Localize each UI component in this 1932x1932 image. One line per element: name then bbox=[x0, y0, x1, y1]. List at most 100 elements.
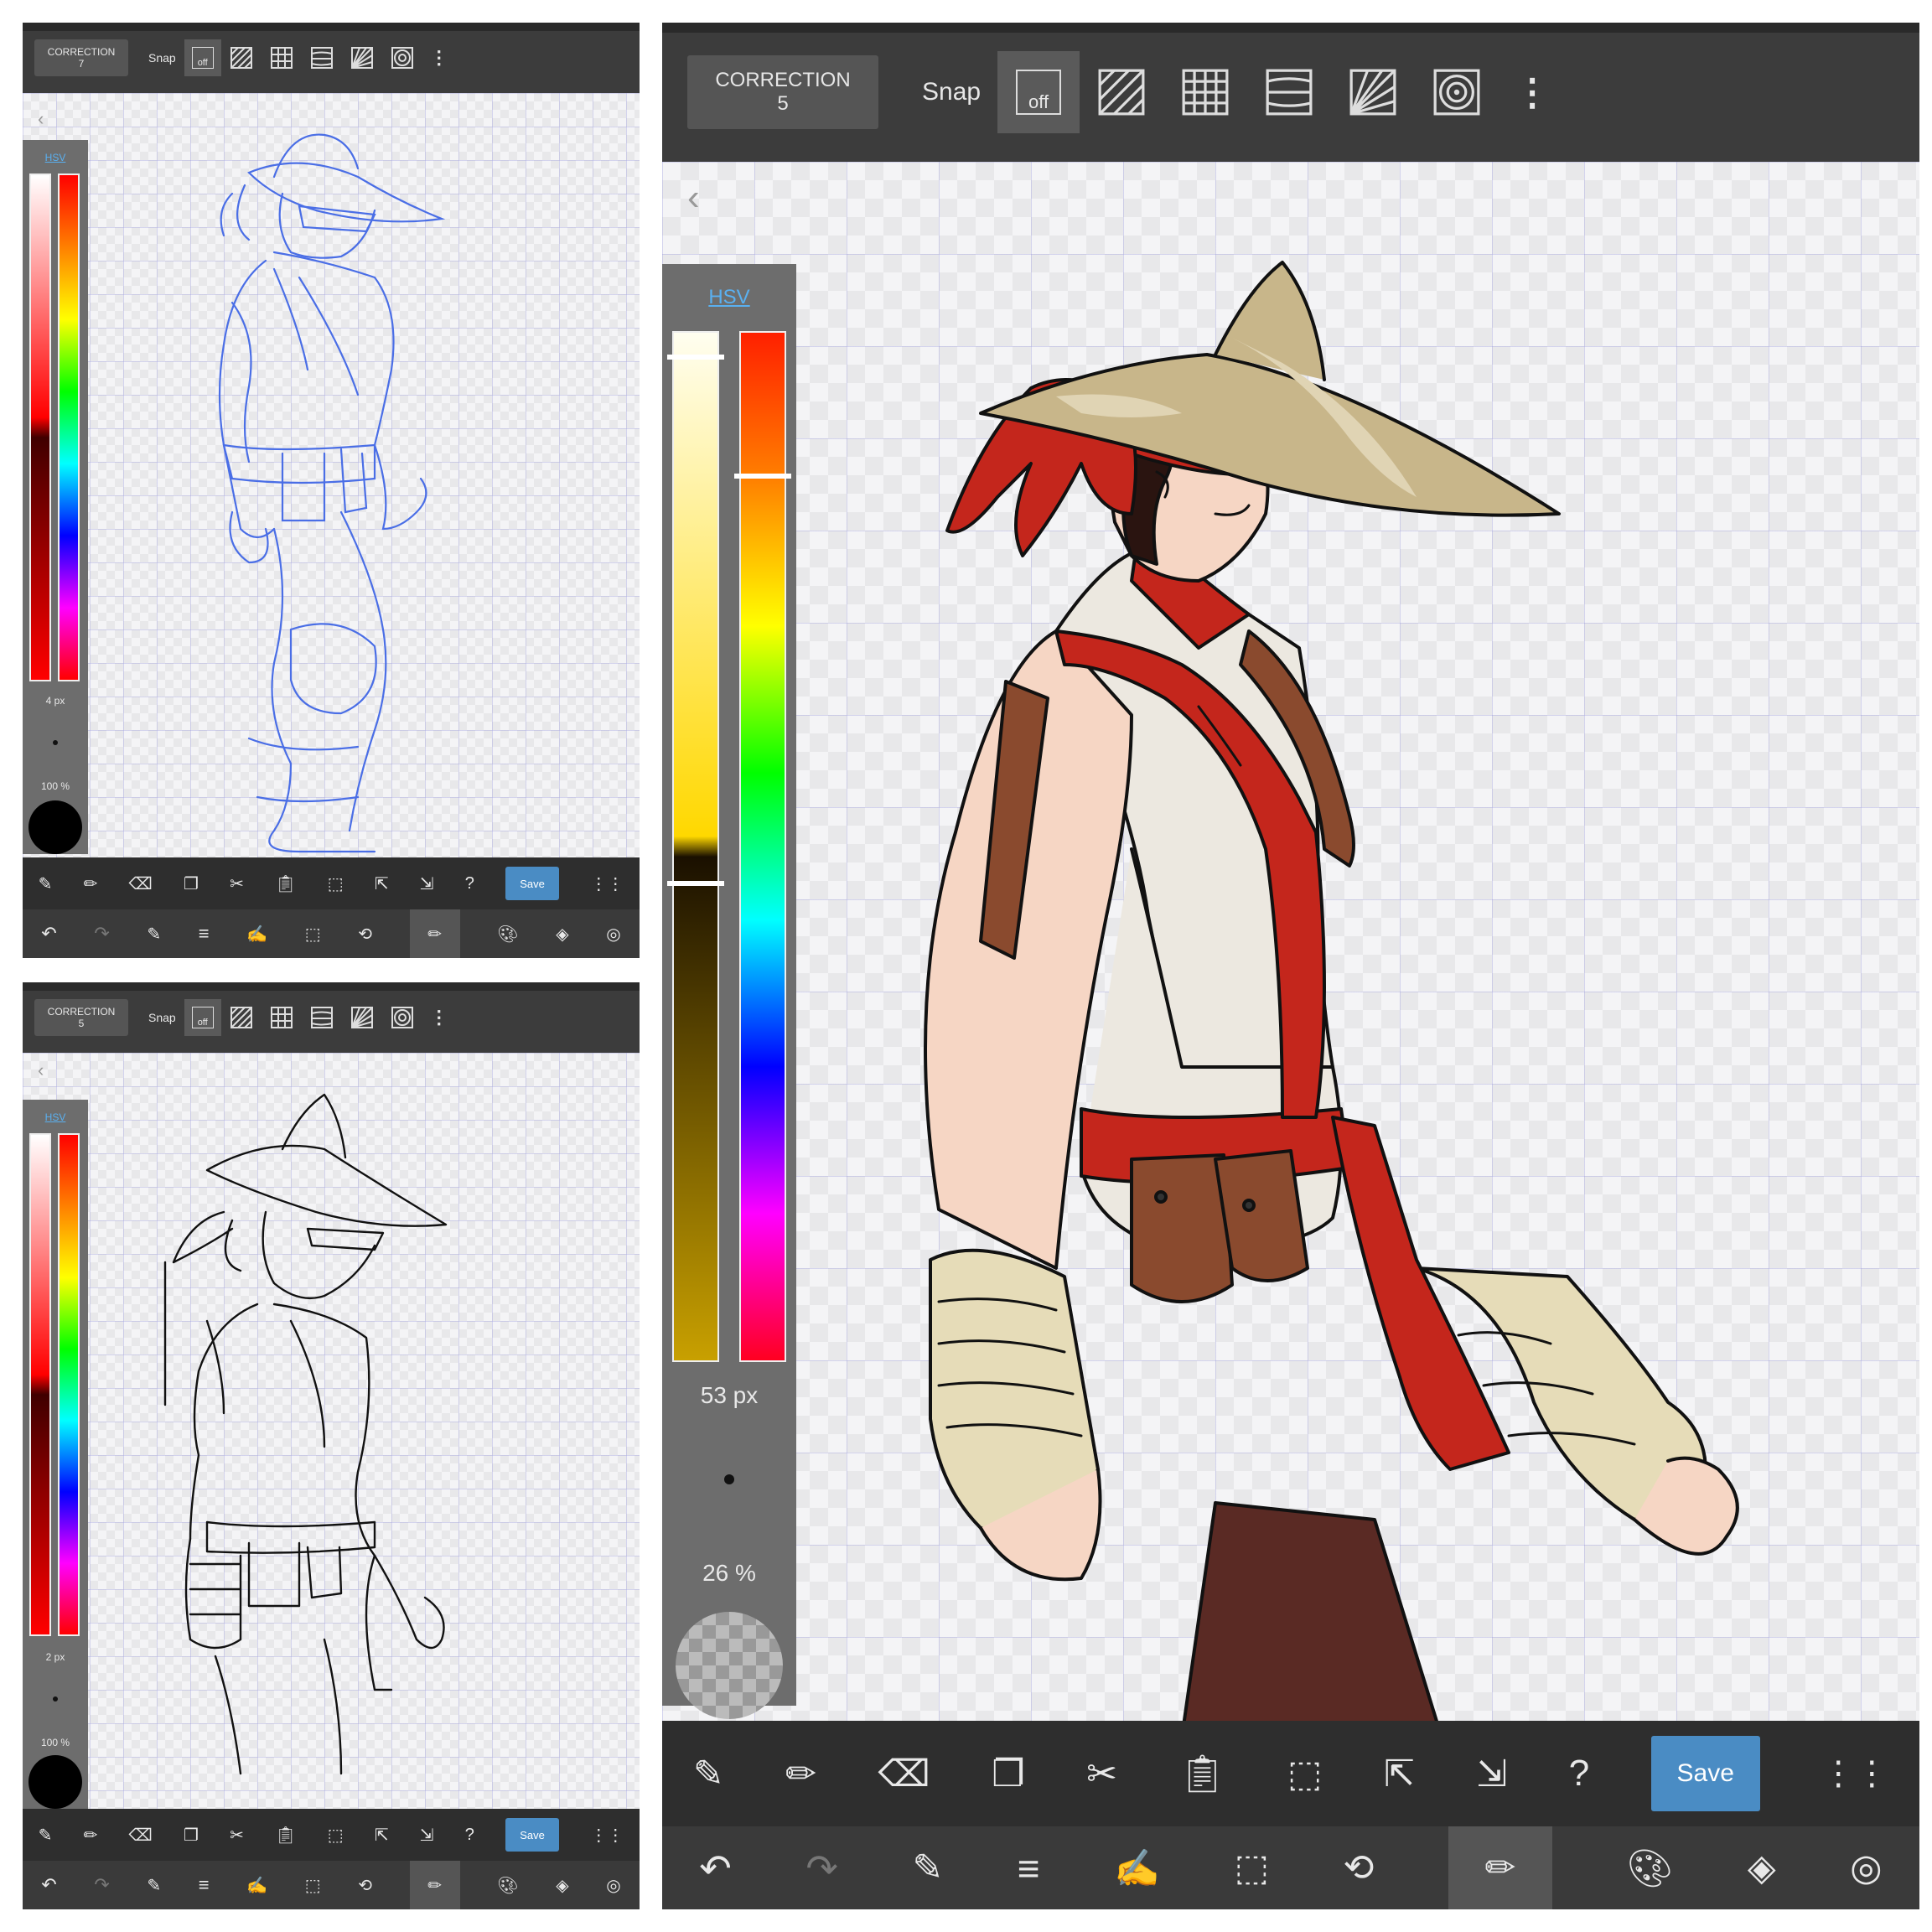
layers-icon[interactable]: ◈ bbox=[556, 924, 568, 945]
paste-icon[interactable]: 📋︎ bbox=[275, 1825, 296, 1846]
deselect-icon[interactable]: ⬚ bbox=[328, 1825, 344, 1846]
undo-icon[interactable]: ↶ bbox=[41, 923, 56, 945]
snap-circle-icon[interactable] bbox=[1415, 51, 1499, 133]
redo-icon[interactable]: ↷ bbox=[805, 1846, 838, 1891]
snap-off-button[interactable]: off bbox=[184, 39, 221, 76]
selection-icon[interactable]: ⬚ bbox=[305, 924, 321, 945]
cut-icon[interactable]: ✂ bbox=[230, 1825, 244, 1846]
edit-icon[interactable]: ✍ bbox=[1114, 1847, 1160, 1890]
grid-menu-icon[interactable]: ⋮⋮ bbox=[590, 1825, 624, 1846]
redo-icon[interactable]: ↷ bbox=[94, 923, 109, 945]
correction-button[interactable]: CORRECTION 5 bbox=[687, 55, 878, 129]
snap-radial-icon[interactable] bbox=[1331, 51, 1415, 133]
cut-icon[interactable]: ✂ bbox=[1086, 1753, 1117, 1795]
settings-icon[interactable]: ◎ bbox=[1850, 1847, 1882, 1889]
snap-perspective-icon[interactable] bbox=[302, 999, 342, 1036]
snap-parallel-icon[interactable] bbox=[221, 999, 262, 1036]
correction-button[interactable]: CORRECTION 7 bbox=[34, 39, 128, 76]
value-slider-handle-2[interactable] bbox=[667, 881, 724, 886]
transform-icon[interactable]: ⟲ bbox=[358, 1875, 372, 1896]
correction-button[interactable]: CORRECTION 5 bbox=[34, 999, 128, 1036]
collapse-chevron-icon[interactable]: ‹ bbox=[687, 177, 700, 219]
snap-circle-icon[interactable] bbox=[382, 39, 422, 76]
drawing-canvas[interactable]: ‹ bbox=[23, 1053, 640, 1809]
copy-icon[interactable]: ❐ bbox=[992, 1753, 1024, 1795]
hsv-tab[interactable]: HSV bbox=[662, 286, 796, 309]
brush-tool-icon[interactable]: ✏ bbox=[1448, 1826, 1552, 1909]
palette-icon[interactable]: 🎨︎ bbox=[1626, 1847, 1673, 1890]
undo-icon[interactable]: ↶ bbox=[699, 1846, 732, 1891]
save-button[interactable]: Save bbox=[505, 1818, 560, 1852]
undo-icon[interactable]: ↶ bbox=[41, 1874, 56, 1896]
import-icon[interactable]: ⇱ bbox=[375, 873, 389, 894]
hue-slider-handle[interactable] bbox=[734, 474, 791, 479]
snap-perspective-icon[interactable] bbox=[302, 39, 342, 76]
save-button[interactable]: Save bbox=[1650, 1736, 1760, 1811]
snap-circle-icon[interactable] bbox=[382, 999, 422, 1036]
brush-tool-icon[interactable]: ✏ bbox=[409, 909, 460, 958]
eraser-icon[interactable]: ⌫ bbox=[129, 1825, 153, 1846]
snap-off-button[interactable]: off bbox=[997, 51, 1080, 133]
current-color-swatch[interactable] bbox=[676, 1612, 783, 1719]
brush-tool-icon[interactable]: ✏ bbox=[409, 1861, 460, 1909]
import-icon[interactable]: ⇱ bbox=[375, 1825, 389, 1846]
snap-parallel-icon[interactable] bbox=[1080, 51, 1163, 133]
menu-icon[interactable]: ≡ bbox=[199, 1874, 210, 1896]
menu-icon[interactable]: ≡ bbox=[199, 923, 210, 945]
selection-icon[interactable]: ⬚ bbox=[305, 1875, 321, 1896]
snap-parallel-icon[interactable] bbox=[221, 39, 262, 76]
hue-slider[interactable] bbox=[739, 331, 786, 1362]
palette-icon[interactable]: 🎨︎ bbox=[497, 924, 518, 945]
more-menu-icon[interactable]: ⋮ bbox=[1499, 51, 1566, 133]
drawing-canvas[interactable]: ‹ bbox=[662, 162, 1919, 1721]
menu-icon[interactable]: ≡ bbox=[1018, 1846, 1040, 1891]
snap-perspective-icon[interactable] bbox=[1247, 51, 1331, 133]
more-menu-icon[interactable]: ⋮ bbox=[422, 999, 456, 1036]
selection-icon[interactable]: ⬚ bbox=[1234, 1847, 1269, 1889]
transform-icon[interactable]: ⟲ bbox=[1344, 1847, 1375, 1889]
layers-icon[interactable]: ◈ bbox=[556, 1875, 568, 1896]
eraser-icon[interactable]: ⌫ bbox=[878, 1753, 930, 1795]
layers-icon[interactable]: ◈ bbox=[1748, 1847, 1776, 1889]
palette-icon[interactable]: 🎨︎ bbox=[497, 1875, 518, 1896]
eyedropper-icon[interactable]: ✎ bbox=[39, 1825, 53, 1846]
eyedropper-icon[interactable]: ✎ bbox=[39, 873, 53, 894]
eyedropper-icon[interactable]: ✎ bbox=[693, 1753, 724, 1795]
snap-grid-icon[interactable] bbox=[262, 39, 302, 76]
snap-radial-icon[interactable] bbox=[342, 999, 382, 1036]
help-icon[interactable]: ? bbox=[1569, 1753, 1589, 1795]
pen-icon[interactable]: ✏ bbox=[84, 873, 98, 894]
current-color-swatch[interactable] bbox=[28, 800, 82, 854]
export-icon[interactable]: ⇲ bbox=[420, 1825, 434, 1846]
deselect-icon[interactable]: ⬚ bbox=[328, 873, 344, 894]
pen-icon[interactable]: ✏ bbox=[84, 1825, 98, 1846]
snap-off-button[interactable]: off bbox=[184, 999, 221, 1036]
export-icon[interactable]: ⇲ bbox=[1476, 1753, 1507, 1795]
edit-icon[interactable]: ✍ bbox=[246, 924, 267, 945]
value-slider-handle[interactable] bbox=[667, 355, 724, 360]
saturation-slider[interactable] bbox=[29, 174, 51, 681]
help-icon[interactable]: ? bbox=[465, 1826, 474, 1845]
save-button[interactable]: Save bbox=[505, 867, 560, 900]
hsv-tab[interactable]: HSV bbox=[23, 1111, 88, 1123]
hue-slider[interactable] bbox=[58, 174, 80, 681]
collapse-chevron-icon[interactable]: ‹ bbox=[38, 108, 44, 130]
saturation-slider[interactable] bbox=[29, 1133, 51, 1636]
value-slider[interactable] bbox=[672, 331, 719, 1362]
copy-icon[interactable]: ❐ bbox=[184, 1825, 199, 1846]
import-icon[interactable]: ⇱ bbox=[1384, 1753, 1415, 1795]
export-icon[interactable]: ⇲ bbox=[420, 873, 434, 894]
drawing-canvas[interactable]: ‹ bbox=[23, 93, 640, 857]
color-picker-icon[interactable]: ✎ bbox=[912, 1847, 943, 1889]
grid-menu-icon[interactable]: ⋮⋮ bbox=[1821, 1754, 1888, 1793]
help-icon[interactable]: ? bbox=[465, 874, 474, 893]
color-picker-icon[interactable]: ✎ bbox=[147, 1875, 161, 1896]
more-menu-icon[interactable]: ⋮ bbox=[422, 39, 456, 76]
edit-icon[interactable]: ✍ bbox=[246, 1875, 267, 1896]
paste-icon[interactable]: 📋︎ bbox=[275, 873, 296, 894]
cut-icon[interactable]: ✂ bbox=[230, 873, 244, 894]
color-picker-icon[interactable]: ✎ bbox=[147, 924, 161, 945]
deselect-icon[interactable]: ⬚ bbox=[1287, 1753, 1323, 1795]
snap-grid-icon[interactable] bbox=[1163, 51, 1247, 133]
paste-icon[interactable]: 📋︎ bbox=[1179, 1752, 1226, 1795]
